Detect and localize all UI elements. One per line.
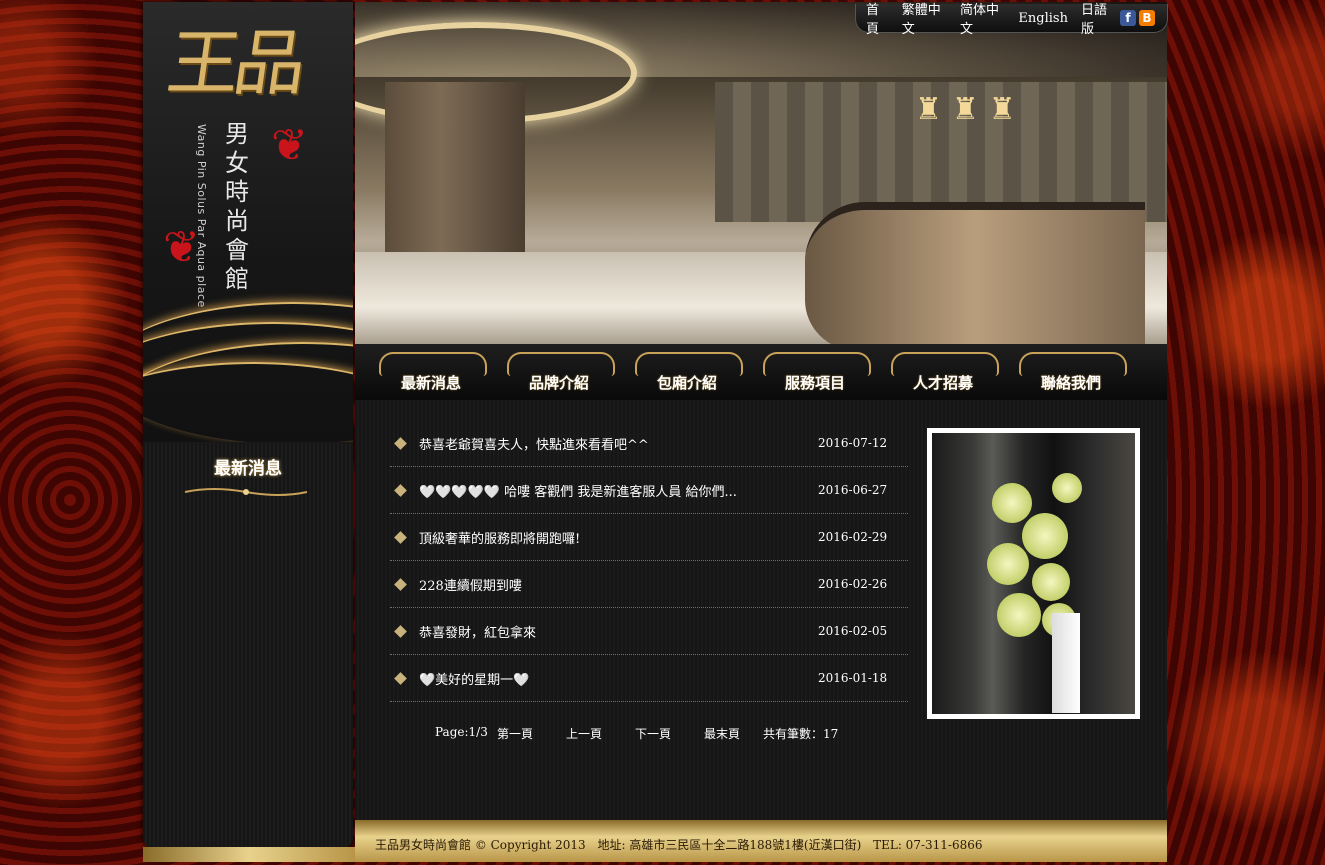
list-item[interactable]: 🤍🤍🤍🤍🤍 哈嘍 客觀們 我是新進客服人員 給你們... 2016-06-27 bbox=[390, 467, 908, 514]
social-icons: f B bbox=[1119, 10, 1155, 26]
lang-simplified-chinese-link[interactable]: 简体中文 bbox=[960, 0, 1005, 37]
main-nav: 最新消息 品牌介紹 包廂介紹 服務項目 人才招募 聯絡我們 bbox=[355, 344, 1167, 400]
list-item[interactable]: 228連續假期到嘍 2016-02-26 bbox=[390, 561, 908, 608]
nav-item-brand[interactable]: 品牌介紹 bbox=[501, 344, 629, 400]
news-date: 2016-06-27 bbox=[818, 483, 888, 497]
first-page-link[interactable]: 第一頁 bbox=[497, 725, 566, 742]
left-column: 王品 Wang Pin Solus Par Aqua place 男女時尚會館 … bbox=[143, 2, 353, 849]
diamond-bullet-icon bbox=[394, 624, 407, 638]
news-list: 恭喜老爺賀喜夫人，快點進來看看吧^^ 2016-07-12 🤍🤍🤍🤍🤍 哈嘍 客… bbox=[390, 420, 908, 702]
lang-traditional-chinese-link[interactable]: 繁體中文 bbox=[902, 0, 947, 37]
main-content: 恭喜老爺賀喜夫人，快點進來看看吧^^ 2016-07-12 🤍🤍🤍🤍🤍 哈嘍 客… bbox=[355, 400, 1167, 820]
news-title-link[interactable]: 228連續假期到嘍 bbox=[419, 575, 818, 594]
news-date: 2016-02-26 bbox=[818, 577, 888, 591]
diamond-bullet-icon bbox=[394, 483, 407, 497]
footer-address: 地址: 高雄市三民區十全二路188號1樓(近漢口街) bbox=[597, 838, 862, 852]
footer-copyright: 王品男女時尚會館 © Copyright 2013 bbox=[375, 838, 586, 852]
featured-photo bbox=[927, 428, 1140, 719]
left-footer-strip bbox=[143, 847, 355, 862]
news-title-link[interactable]: 頂級奢華的服務即將開跑囉! bbox=[419, 528, 818, 547]
news-title-link[interactable]: 🤍美好的星期一🤍 bbox=[419, 669, 818, 688]
footer-tel: TEL: 07-311-6866 bbox=[873, 838, 983, 852]
sidebar-title: 最新消息 bbox=[214, 459, 282, 479]
diamond-bullet-icon bbox=[394, 530, 407, 544]
logo-main-text: 王品 bbox=[162, 21, 307, 105]
footer: 王品男女時尚會館 © Copyright 2013 地址: 高雄市三民區十全二路… bbox=[355, 820, 1167, 862]
diamond-bullet-icon bbox=[394, 577, 407, 591]
diamond-bullet-icon bbox=[394, 671, 407, 685]
page-wrapper: 王品 Wang Pin Solus Par Aqua place 男女時尚會館 … bbox=[143, 2, 1168, 862]
page-indicator: Page:1/3 bbox=[435, 725, 488, 739]
language-bar: 首頁 繁體中文 简体中文 English 日語版 f B bbox=[855, 3, 1168, 37]
lang-japanese-link[interactable]: 日語版 bbox=[1081, 0, 1115, 37]
nav-item-label: 聯絡我們 bbox=[1040, 374, 1101, 392]
prev-page-link[interactable]: 上一頁 bbox=[566, 725, 635, 742]
nav-item-label: 包廂介紹 bbox=[656, 374, 717, 392]
hero-reception-desk bbox=[805, 202, 1145, 344]
news-date: 2016-07-12 bbox=[818, 436, 888, 450]
news-title-link[interactable]: 恭喜老爺賀喜夫人，快點進來看看吧^^ bbox=[419, 434, 818, 453]
hero-banner: ♜♜♜ bbox=[355, 2, 1167, 344]
last-page-link[interactable]: 最末頁 bbox=[704, 725, 763, 742]
list-item[interactable]: 🤍美好的星期一🤍 2016-01-18 bbox=[390, 655, 908, 702]
orchid-image bbox=[932, 433, 1135, 714]
list-item[interactable]: 恭喜老爺賀喜夫人，快點進來看看吧^^ 2016-07-12 bbox=[390, 420, 908, 467]
diamond-bullet-icon bbox=[394, 436, 407, 450]
footer-text: 王品男女時尚會館 © Copyright 2013 地址: 高雄市三民區十全二路… bbox=[375, 836, 991, 853]
chandelier-icon: ♜♜♜ bbox=[915, 92, 1026, 127]
total-count: 共有筆數：17 bbox=[763, 727, 839, 741]
nav-item-recruitment[interactable]: 人才招募 bbox=[885, 344, 1013, 400]
nav-item-news[interactable]: 最新消息 bbox=[373, 344, 501, 400]
blogger-icon[interactable]: B bbox=[1138, 10, 1155, 26]
red-ornament-icon: ❦ bbox=[163, 222, 200, 273]
nav-item-contact[interactable]: 聯絡我們 bbox=[1013, 344, 1141, 400]
news-date: 2016-01-18 bbox=[818, 671, 888, 685]
nav-item-rooms[interactable]: 包廂介紹 bbox=[629, 344, 757, 400]
logo-area[interactable]: 王品 Wang Pin Solus Par Aqua place 男女時尚會館 … bbox=[143, 2, 353, 442]
gold-swoosh-decoration bbox=[143, 272, 353, 442]
news-title-link[interactable]: 🤍🤍🤍🤍🤍 哈嘍 客觀們 我是新進客服人員 給你們... bbox=[419, 481, 818, 500]
pagination: Page:1/3 第一頁 上一頁 下一頁 最末頁 共有筆數：17 bbox=[435, 725, 838, 742]
news-date: 2016-02-29 bbox=[818, 530, 888, 544]
facebook-icon[interactable]: f bbox=[1119, 10, 1136, 26]
nav-item-label: 品牌介紹 bbox=[528, 374, 589, 392]
list-item[interactable]: 頂級奢華的服務即將開跑囉! 2016-02-29 bbox=[390, 514, 908, 561]
news-title-link[interactable]: 恭喜發財，紅包拿來 bbox=[419, 622, 818, 641]
ornament-divider-icon bbox=[184, 488, 308, 496]
nav-item-label: 最新消息 bbox=[400, 374, 461, 392]
next-page-link[interactable]: 下一頁 bbox=[635, 725, 704, 742]
red-ornament-icon: ❦ bbox=[271, 120, 308, 171]
nav-item-label: 服務項目 bbox=[784, 374, 845, 392]
nav-item-label: 人才招募 bbox=[912, 374, 973, 392]
news-date: 2016-02-05 bbox=[818, 624, 888, 638]
lang-english-link[interactable]: English bbox=[1018, 11, 1068, 26]
lang-home-link[interactable]: 首頁 bbox=[866, 0, 889, 37]
list-item[interactable]: 恭喜發財，紅包拿來 2016-02-05 bbox=[390, 608, 908, 655]
logo-subtitle: 男女時尚會館 bbox=[225, 120, 249, 293]
nav-item-services[interactable]: 服務項目 bbox=[757, 344, 885, 400]
